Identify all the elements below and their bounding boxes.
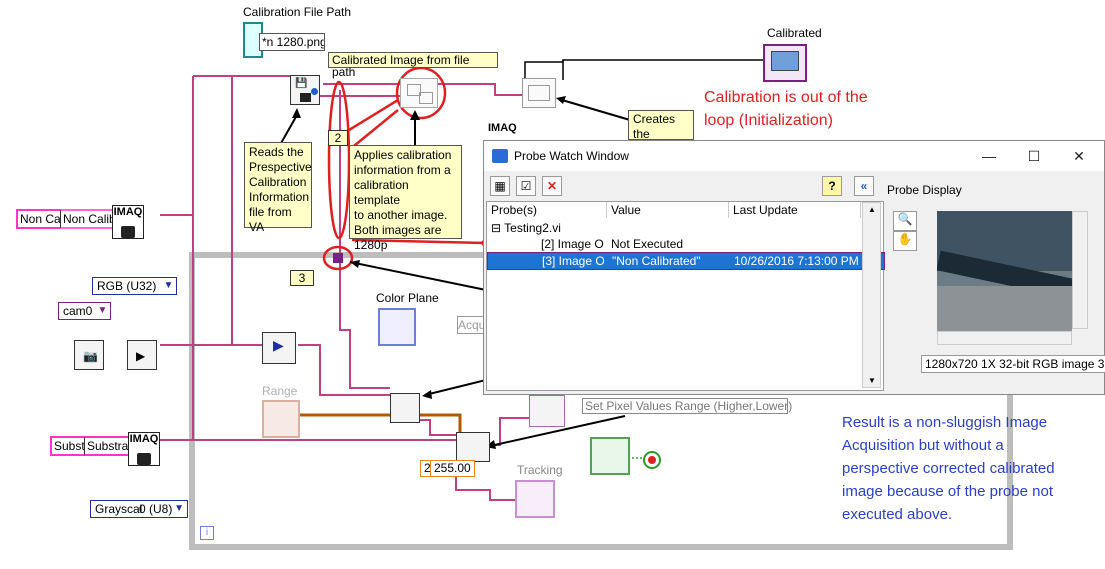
probe-window-titlebar[interactable]: Probe Watch Window — ☐ ✕ [484,141,1104,171]
imaq-create-node-2[interactable]: IMAQ [128,432,160,466]
range-label: Range [262,384,298,398]
grab-acquire-node[interactable]: ▶ [262,332,296,364]
calibrated-image-note: Calibrated Image from file path [328,52,498,78]
result-note: Result is a non-sluggish Image Acquisiti… [842,414,1055,523]
sequence-step-2: 2 [328,130,348,146]
table-row[interactable]: [2] Image O Not Executed [487,236,861,252]
read-calibration-node[interactable]: 💾 [290,75,320,105]
color-plane-label: Color Plane [376,291,439,305]
imaq-create-partial[interactable]: IMAQ [488,122,522,142]
image-info-field: 1280x720 1X 32-bit RGB image 38 [921,355,1105,373]
calibrated-indicator-label: Calibrated [767,26,822,40]
table-row[interactable]: ⊟ Testing2.vi [487,220,861,236]
applies-calibration-note: Applies calibration information from a c… [349,145,462,252]
image-type-grayscale-ring[interactable]: Grayscal 0 (U8) ▼ [90,500,188,518]
new-probe-icon[interactable]: ▦ [490,176,510,196]
col-header-last-update[interactable]: Last Update [729,202,861,218]
close-button[interactable]: ✕ [1064,145,1094,167]
range-control[interactable] [262,400,300,438]
set-pixel-values-label: Set Pixel Values Range (Higher,Lower) [582,398,792,414]
color-plane-ring[interactable] [378,308,416,346]
probe-display-label: Probe Display [887,183,962,197]
extract-color-plane-node[interactable] [390,393,420,423]
collapse-display-button[interactable]: « [854,176,874,196]
camera-select[interactable]: cam0 ▼ [58,302,112,320]
image-display-node[interactable] [529,395,565,427]
maximize-button[interactable]: ☐ [1019,145,1049,167]
probe-watch-window: Probe Watch Window — ☐ ✕ ▦ ☑ ✕ ? « Probe… [483,140,1105,395]
labview-app-icon [492,149,508,163]
numeric-constant-255[interactable]: 255.00 [430,460,475,477]
image-horizontal-scrollbar[interactable] [937,331,1072,345]
select-probes-icon[interactable]: ☑ [516,176,536,196]
help-button[interactable]: ? [822,176,842,196]
delete-probe-icon[interactable]: ✕ [542,176,562,196]
list-scrollbar[interactable]: ▲ ▼ [862,202,881,388]
calibration-file-path-field[interactable]: *n 1280.png [259,33,325,51]
probe-window-title: Probe Watch Window [514,149,629,163]
pan-tool-icon[interactable]: ✋ [893,231,917,251]
probe-list-table: Probe(s) Value Last Update ⊟ Testing2.vi… [486,201,885,391]
learn-calibration-node[interactable] [522,78,556,108]
tracking-label: Tracking [517,463,563,477]
camera-configure-node[interactable]: ▶ [127,340,157,370]
calibration-file-path-label: Calibration File Path [243,5,352,19]
stop-button-terminal[interactable] [643,451,661,469]
threshold-node[interactable] [456,432,490,462]
loop-iteration-terminal[interactable]: i [200,526,214,540]
probe-point-2[interactable] [333,253,343,263]
probe-image-preview[interactable] [937,211,1072,331]
image-name-control-1[interactable]: Non Ca [16,209,64,229]
imaq-create-node-1[interactable]: IMAQ [112,205,144,239]
table-row-selected[interactable]: [3] Image O "Non Calibrated" 10/26/2016 … [487,252,885,270]
zoom-tool-icon[interactable]: 🔍 [893,211,917,231]
col-header-value[interactable]: Value [607,202,729,218]
calibrated-image-indicator[interactable] [763,44,807,82]
subtract-name-control-2[interactable]: Substrac [84,436,133,456]
calibration-out-of-loop-note: Calibration is out of the loop (Initiali… [704,89,868,129]
camera-open-node[interactable]: 📷 [74,340,104,370]
reads-calibration-note: Reads the Prespective Calibration Inform… [244,142,312,234]
tracking-subvi[interactable] [590,437,630,475]
tracking-image-indicator[interactable] [515,480,555,518]
image-vertical-scrollbar[interactable] [1072,211,1088,329]
image-type-rgb-ring[interactable]: RGB (U32) ▼ [92,277,178,295]
creates-spatial-note: Creates the spatially [628,110,694,140]
image-name-control-2[interactable]: Non Calib [60,209,117,229]
col-header-probes[interactable]: Probe(s) [487,202,607,218]
minimize-button[interactable]: — [974,145,1004,167]
correct-calibrated-image-node[interactable] [400,78,438,108]
sequence-step-3: 3 [290,270,314,286]
probe-display-panel: Probe Display 🔍 ✋ 1280x720 1X 32-bit RGB… [885,181,1105,391]
